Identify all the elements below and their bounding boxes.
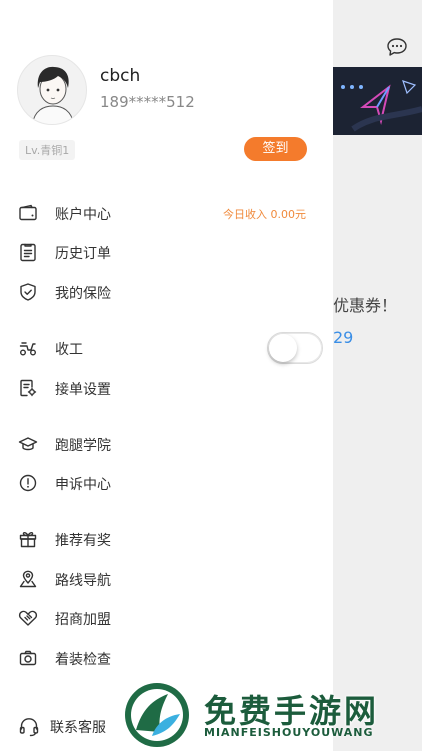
menu-label: 路线导航 <box>55 573 111 589</box>
stop-work-toggle[interactable] <box>267 332 323 364</box>
menu-item-inspection[interactable]: 着装检查 <box>0 642 333 674</box>
menu-item-account[interactable]: 账户中心 今日收入 0.00元 <box>0 197 333 229</box>
menu-label: 申诉中心 <box>55 477 111 493</box>
today-income: 今日收入 0.00元 <box>223 208 306 221</box>
menu-label: 我的保险 <box>55 286 111 302</box>
level-badge: Lv.青铜1 <box>19 140 76 160</box>
menu-item-navigation[interactable]: 路线导航 <box>0 563 333 595</box>
menu-item-referral[interactable]: 推荐有奖 <box>0 523 333 555</box>
username: cbch <box>100 66 141 86</box>
menu-label: 账户中心 <box>55 207 111 223</box>
watermark-subtitle: MIANFEISHOUYOUWANG <box>204 726 374 739</box>
menu-label: 推荐有奖 <box>55 533 111 549</box>
toggle-knob <box>269 334 297 362</box>
handshake-icon <box>18 608 38 628</box>
scooter-icon <box>18 338 38 358</box>
promo-text: 优惠券！ <box>333 296 398 315</box>
shield-icon <box>18 282 38 302</box>
menu-label: 着装检查 <box>55 652 111 668</box>
signin-button[interactable]: 签到 <box>244 137 307 161</box>
menu-item-complaints[interactable]: 申诉中心 <box>0 467 333 499</box>
clipboard-icon <box>18 242 38 262</box>
menu-item-insurance[interactable]: 我的保险 <box>0 276 333 308</box>
menu-item-orders[interactable]: 历史订单 <box>0 236 333 268</box>
map-pin-icon <box>18 569 38 589</box>
menu-label: 历史订单 <box>55 246 111 262</box>
headset-icon <box>18 716 40 738</box>
contact-support-button[interactable]: 联系客服 <box>18 716 106 738</box>
phone-number: 189*****512 <box>100 93 195 111</box>
menu-label: 招商加盟 <box>55 612 111 628</box>
contact-support-label: 联系客服 <box>50 720 106 736</box>
watermark: 免费手游网 MIANFEISHOUYOUWANG <box>122 680 422 751</box>
gift-icon <box>18 529 38 549</box>
info-circle-icon <box>18 473 38 493</box>
menu-item-order-settings[interactable]: 接单设置 <box>0 372 333 404</box>
menu-item-franchise[interactable]: 招商加盟 <box>0 602 333 634</box>
promo-banner[interactable] <box>333 67 422 135</box>
menu-label: 跑腿学院 <box>55 438 111 454</box>
menu-item-academy[interactable]: 跑腿学院 <box>0 428 333 460</box>
camera-icon <box>18 648 38 668</box>
menu-label: 接单设置 <box>55 382 111 398</box>
settings-doc-icon <box>18 378 38 398</box>
side-drawer: cbch 189*****512 Lv.青铜1 签到 账户中心 今日收入 0.0… <box>0 0 333 751</box>
menu-label: 收工 <box>55 342 83 358</box>
avatar[interactable] <box>17 55 87 125</box>
wallet-icon <box>18 203 38 223</box>
chat-icon[interactable] <box>386 37 408 57</box>
promo-number[interactable]: 29 <box>333 328 353 347</box>
graduation-cap-icon <box>18 434 38 454</box>
watermark-logo <box>122 680 192 750</box>
